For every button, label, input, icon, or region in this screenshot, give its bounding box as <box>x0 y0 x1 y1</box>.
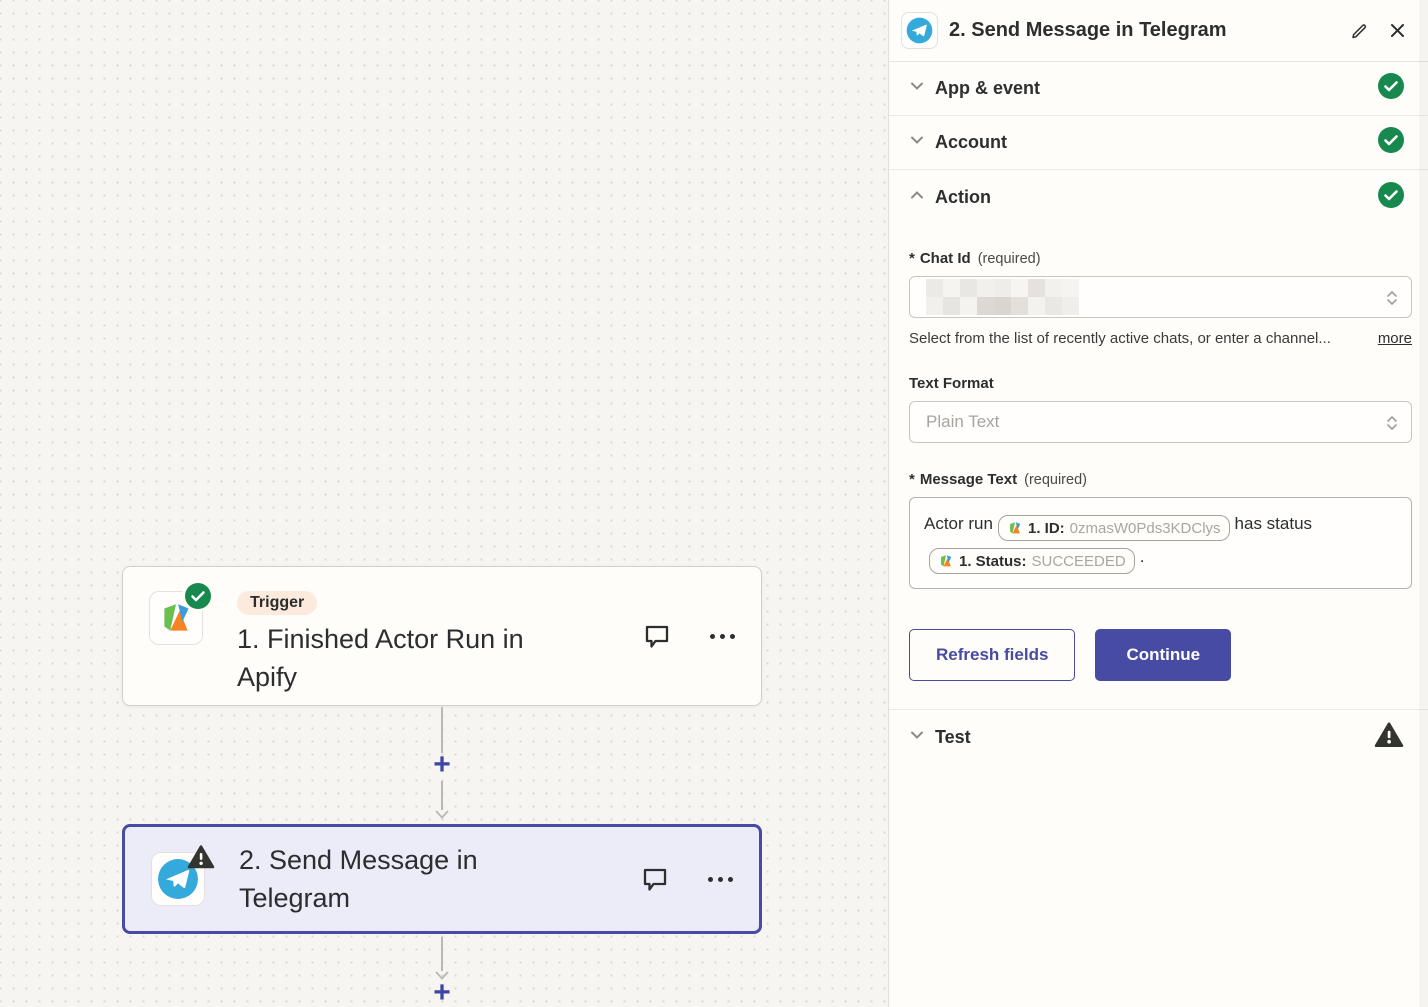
text-format-label: Text Format <box>909 375 1412 392</box>
chevron-down-icon <box>909 132 925 153</box>
section-label: App & event <box>935 78 1040 99</box>
add-step-button[interactable]: + <box>429 753 455 779</box>
message-text-label: *Message Text(required) <box>909 471 1412 488</box>
section-test[interactable]: Test <box>889 710 1428 764</box>
section-account[interactable]: Account <box>889 116 1428 170</box>
apify-icon <box>1007 520 1023 536</box>
trigger-badge: Trigger <box>237 591 317 615</box>
select-chevrons-icon <box>1385 289 1399 312</box>
chevron-down-icon <box>909 727 925 748</box>
add-step-button[interactable]: + <box>429 981 455 1007</box>
message-text-part: has status <box>1235 514 1313 533</box>
telegram-icon <box>906 17 933 44</box>
apify-app-chip <box>149 591 203 645</box>
section-label: Account <box>935 132 1007 153</box>
more-link[interactable]: more <box>1378 330 1412 347</box>
check-circle-icon <box>1378 182 1404 213</box>
step1-title: 1. Finished Actor Run in Apify <box>237 620 582 696</box>
step2-title: 2. Send Message in Telegram <box>239 841 584 917</box>
check-circle-icon <box>1378 127 1404 158</box>
chat-id-select[interactable] <box>909 276 1412 318</box>
zap-editor: Trigger 1. Finished Actor Run in Apify + <box>0 0 1428 1007</box>
warning-badge-icon <box>187 844 213 870</box>
check-circle-icon <box>1378 73 1404 104</box>
step-settings-panel: 2. Send Message in Telegram App & e <box>889 0 1428 1007</box>
chevron-down-icon <box>909 78 925 99</box>
section-app-event[interactable]: App & event <box>889 62 1428 116</box>
section-action[interactable]: Action <box>889 170 1428 224</box>
comment-icon[interactable] <box>640 619 674 653</box>
arrow-down-icon <box>435 806 449 824</box>
refresh-fields-button[interactable]: Refresh fields <box>909 629 1075 681</box>
field-token-id[interactable]: 1. ID:0zmasW0Pds3KDClys <box>998 515 1230 541</box>
success-badge-icon <box>185 583 211 609</box>
chat-id-helper-text: Select from the list of recently active … <box>909 330 1331 347</box>
workflow-canvas[interactable]: Trigger 1. Finished Actor Run in Apify + <box>0 0 889 1007</box>
apify-icon <box>938 553 954 569</box>
message-text-part: . <box>1140 547 1145 566</box>
step-card-trigger[interactable]: Trigger 1. Finished Actor Run in Apify <box>122 566 762 706</box>
edit-icon[interactable] <box>1347 19 1371 43</box>
telegram-app-chip <box>151 852 205 906</box>
redacted-chat-id-value <box>926 279 1079 315</box>
section-label: Action <box>935 187 991 208</box>
chat-id-label: *Chat Id(required) <box>909 250 1412 267</box>
warning-icon <box>1374 721 1404 754</box>
field-token-status[interactable]: 1. Status:SUCCEEDED <box>929 548 1135 574</box>
chevron-up-icon <box>909 187 925 208</box>
text-format-select[interactable]: Plain Text <box>909 401 1412 443</box>
continue-button[interactable]: Continue <box>1095 629 1231 681</box>
comment-icon[interactable] <box>638 862 672 896</box>
message-text-part: Actor run <box>924 514 993 533</box>
section-label: Test <box>935 727 971 748</box>
text-format-value: Plain Text <box>926 412 999 432</box>
step-card-action[interactable]: 2. Send Message in Telegram <box>122 824 762 934</box>
panel-title: 2. Send Message in Telegram <box>949 19 1336 42</box>
close-icon[interactable] <box>1387 20 1408 41</box>
panel-scrollbar[interactable] <box>1419 0 1428 1007</box>
panel-header: 2. Send Message in Telegram <box>889 0 1428 62</box>
telegram-app-chip <box>901 12 938 49</box>
more-options-icon[interactable] <box>710 634 735 639</box>
message-text-input[interactable]: Actor run 1. ID:0zmasW0Pds3KDClys has stat… <box>909 497 1412 589</box>
action-form: *Chat Id(required) Select from the list … <box>889 224 1428 710</box>
connector-line <box>441 937 443 971</box>
select-chevrons-icon <box>1385 414 1399 437</box>
more-options-icon[interactable] <box>708 877 733 882</box>
connector-line <box>441 707 443 753</box>
